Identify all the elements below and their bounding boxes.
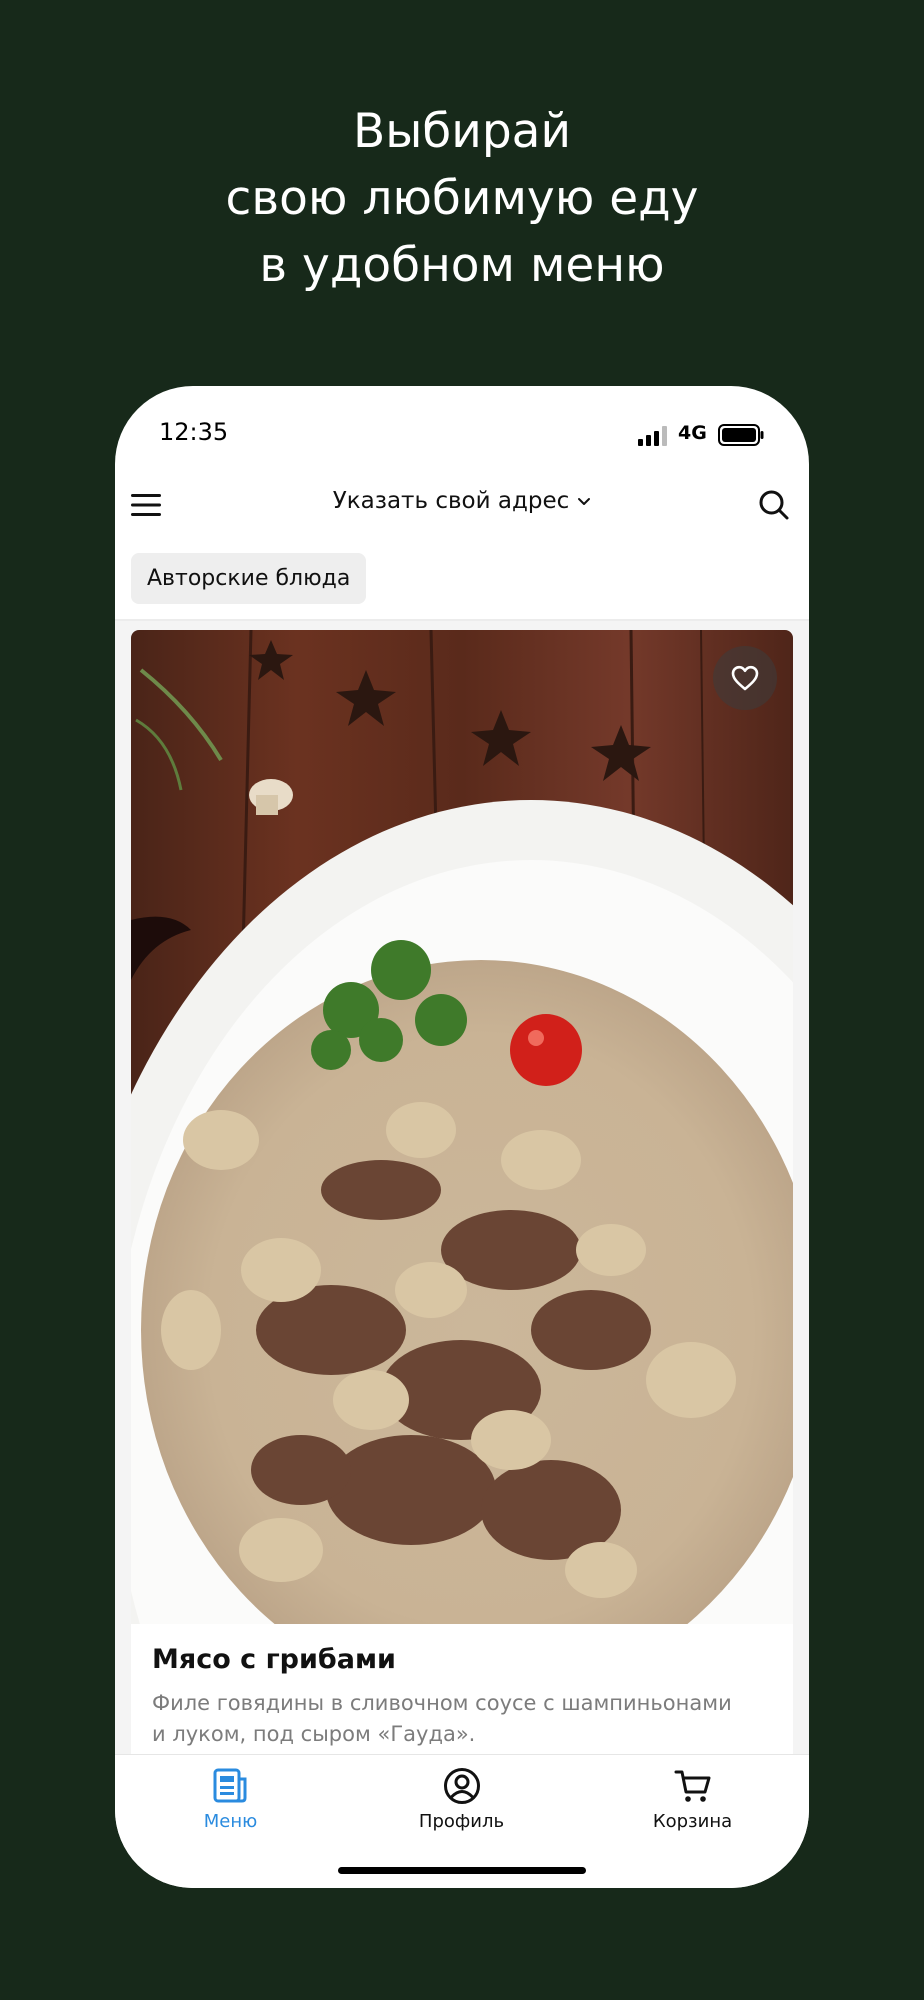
status-time: 12:35 (159, 418, 229, 446)
home-indicator (338, 1867, 586, 1874)
signal-icon (638, 426, 667, 446)
dish-title: Мясо с грибами (152, 1644, 396, 1675)
chevron-down-icon (578, 497, 591, 505)
heart-icon (731, 665, 759, 691)
dish-description: Филе говядины в сливочном соусе с шампин… (152, 1691, 732, 1746)
address-picker[interactable]: Указать свой адрес (115, 488, 809, 514)
dish-image (131, 630, 793, 1624)
promo-headline: Выбирай свою любимую еду в удобном меню (0, 98, 924, 299)
promo-headline-line-1: Выбирай (352, 104, 572, 159)
tab-profile[interactable]: Профиль (346, 1755, 577, 1845)
tab-menu[interactable]: Меню (115, 1755, 346, 1845)
profile-icon (444, 1768, 480, 1804)
search-icon[interactable] (758, 489, 790, 521)
network-label: 4G (678, 422, 707, 444)
tab-cart-label: Корзина (652, 1811, 733, 1832)
dish-card[interactable]: Мясо с грибами Филе говядины в сливочном… (131, 630, 793, 1770)
promo-headline-line-2: свою любимую еду (225, 171, 699, 226)
phone-screen: 12:35 4G Указать свой адрес Авторские бл… (115, 386, 809, 1888)
address-picker-label: Указать свой адрес (332, 488, 570, 514)
category-chip[interactable]: Авторские блюда (131, 553, 367, 604)
menu-document-icon (213, 1768, 247, 1803)
favorite-button[interactable] (713, 646, 777, 710)
app-header: Указать свой адрес (115, 466, 809, 546)
cart-icon (674, 1770, 711, 1802)
status-bar: 12:35 4G (115, 386, 809, 466)
battery-icon (718, 424, 764, 446)
tab-cart[interactable]: Корзина (577, 1755, 808, 1845)
tab-menu-label: Меню (203, 1811, 258, 1832)
tab-profile-label: Профиль (418, 1811, 505, 1832)
promo-headline-line-3: в удобном меню (259, 238, 665, 293)
